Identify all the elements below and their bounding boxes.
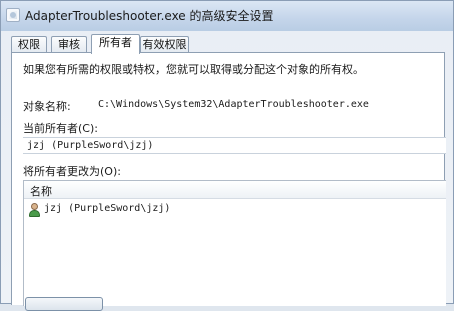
current-owner-field: jzj (PurpleSword\jzj) [23,137,446,154]
user-icon [28,203,40,217]
object-name-value: C:\Windows\System32\AdapterTroubleshoote… [98,99,369,110]
list-item[interactable]: jzj (PurpleSword\jzj) [28,202,328,218]
edit-button[interactable] [25,297,103,311]
owner-candidates-list[interactable]: 名称 jzj (PurpleSword\jzj) [23,180,446,306]
advanced-security-window: AdapterTroubleshooter.exe 的高级安全设置 权限 审核 … [0,0,454,311]
list-item-label: jzj (PurpleSword\jzj) [44,203,171,214]
title-bar[interactable]: AdapterTroubleshooter.exe 的高级安全设置 [1,1,453,31]
current-owner-value: jzj (PurpleSword\jzj) [27,140,154,151]
current-owner-label: 当前所有者(C): [23,122,98,135]
owner-panel: 如果您有所需的权限或特权，您就可以取得或分配这个对象的所有权。 对象名称: C:… [11,52,446,306]
change-owner-label: 将所有者更改为(O): [23,165,121,178]
window-title: AdapterTroubleshooter.exe 的高级安全设置 [25,9,274,23]
column-name-label: 名称 [30,185,52,198]
tab-effective-permissions[interactable]: 有效权限 [140,36,189,53]
object-name-label: 对象名称: [23,100,71,113]
list-column-header[interactable]: 名称 [24,181,446,199]
tab-owner[interactable]: 所有者 [91,34,140,54]
intro-text: 如果您有所需的权限或特权，您就可以取得或分配这个对象的所有权。 [23,63,364,76]
application-icon [6,8,20,22]
tab-permissions[interactable]: 权限 [11,36,47,53]
tab-auditing[interactable]: 审核 [51,36,87,53]
